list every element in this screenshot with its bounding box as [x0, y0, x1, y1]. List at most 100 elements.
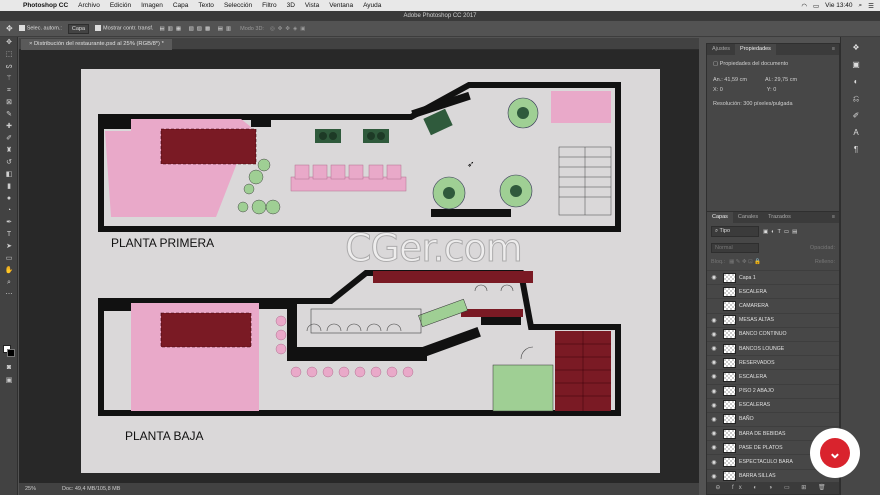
libraries-icon[interactable]: ▣ — [849, 60, 863, 71]
list-icon[interactable]: ☰ — [868, 2, 874, 10]
eyedropper-icon[interactable]: ✎ — [0, 109, 18, 121]
shape-tool-icon[interactable]: ▭ — [0, 253, 18, 265]
healing-brush-icon[interactable]: ✚ — [0, 121, 18, 133]
layer-row[interactable]: CAMARERA — [707, 298, 839, 312]
menu-vista[interactable]: Vista — [300, 2, 324, 9]
doc-size[interactable]: Doc: 49,4 MB/105,8 MB — [62, 483, 120, 495]
eye-icon[interactable]: ◉ — [707, 331, 721, 338]
layer-row[interactable]: ◉ ESCALERA — [707, 369, 839, 383]
layer-filter-dropdown[interactable]: ⌕ Tipo — [711, 226, 759, 237]
height-value[interactable]: Al.: 29,75 cm — [765, 77, 797, 83]
auto-select-checkbox[interactable] — [18, 25, 25, 32]
screen-mode-icon[interactable]: ▣ — [0, 375, 18, 387]
magic-wand-icon[interactable]: ⚚ — [0, 73, 18, 85]
eye-icon[interactable]: ◉ — [707, 388, 721, 395]
background-color[interactable] — [7, 349, 15, 357]
layer-row[interactable]: ESCALERA — [707, 284, 839, 298]
mode-3d-icons[interactable]: ◎✥✥◈▣ — [270, 26, 308, 32]
brush-settings-icon[interactable]: ✐ — [849, 111, 863, 122]
eye-icon[interactable]: ◉ — [707, 317, 721, 324]
marquee-tool-icon[interactable]: ⬚ — [0, 49, 18, 61]
gradient-tool-icon[interactable]: ▮ — [0, 181, 18, 193]
menu-texto[interactable]: Texto — [193, 2, 219, 9]
eye-icon[interactable]: ◉ — [707, 416, 721, 423]
zoom-tool-icon[interactable]: ⌕ — [0, 277, 18, 289]
layer-actions[interactable]: ⊖ fx ◐ ◑ ▭ ⊞ 🗑 — [707, 482, 839, 494]
lasso-tool-icon[interactable]: ᔕ — [0, 61, 18, 73]
tab-canales[interactable]: Canales — [733, 212, 763, 223]
dodge-tool-icon[interactable]: ◔ — [0, 205, 18, 217]
layer-row[interactable]: ◉ MESAS ALTAS — [707, 312, 839, 327]
x-value[interactable]: X: 0 — [713, 87, 723, 93]
layer-thumbnail — [723, 386, 736, 397]
eye-icon[interactable]: ◉ — [707, 373, 721, 380]
pen-tool-icon[interactable]: ✒ — [0, 217, 18, 229]
blend-mode-dropdown[interactable]: Normal — [711, 243, 759, 253]
type-tool-icon[interactable]: T — [0, 229, 18, 241]
history-brush-icon[interactable]: ↺ — [0, 157, 18, 169]
menu-seleccion[interactable]: Selección — [219, 2, 257, 9]
eye-icon[interactable]: ◉ — [707, 402, 721, 409]
clone-stamp-icon[interactable]: ♜ — [0, 145, 18, 157]
battery-icon[interactable]: ▭ — [813, 2, 819, 10]
tab-capas[interactable]: Capas — [707, 212, 733, 223]
y-value[interactable]: Y: 0 — [767, 87, 776, 93]
layer-row[interactable]: ◉ BANCO CONTINUO — [707, 326, 839, 341]
layer-row[interactable]: ◉ BANCOS LOUNGE — [707, 340, 839, 355]
eye-icon[interactable]: ◉ — [707, 359, 721, 366]
history-icon[interactable]: ⎌ — [849, 94, 863, 105]
menu-app[interactable]: Photoshop CC — [18, 2, 73, 9]
tab-trazados[interactable]: Trazados — [763, 212, 796, 223]
move-tool-icon[interactable]: ✥ — [0, 37, 18, 49]
layer-row[interactable]: ◉ BAÑO — [707, 411, 839, 426]
learn-icon[interactable]: ❖ — [849, 43, 863, 54]
more-tools-icon[interactable]: ⋯ — [0, 289, 18, 301]
menu-ayuda[interactable]: Ayuda — [358, 2, 386, 9]
path-select-icon[interactable]: ➤ — [0, 241, 18, 253]
blur-tool-icon[interactable]: ● — [0, 193, 18, 205]
layer-row[interactable]: ◉ Capa 1 — [707, 270, 839, 284]
menu-imagen[interactable]: Imagen — [136, 2, 168, 9]
panel-menu-icon[interactable]: ≡ — [827, 212, 839, 223]
lock-icons[interactable]: ▦ ✎ ✥ ⊡ 🔒 — [729, 259, 761, 265]
document-canvas[interactable]: ➶ PLANTA PRIMERA PLANTA BAJA — [81, 69, 660, 473]
eye-icon[interactable]: ◉ — [707, 345, 721, 352]
tab-propiedades[interactable]: Propiedades — [735, 44, 776, 55]
menu-filtro[interactable]: Filtro — [257, 2, 281, 9]
menu-edicion[interactable]: Edición — [105, 2, 136, 9]
show-transform-checkbox[interactable] — [95, 25, 102, 32]
frame-tool-icon[interactable]: ⊠ — [0, 97, 18, 109]
tab-ajustes[interactable]: Ajustes — [707, 44, 735, 55]
zoom-level[interactable]: 25% — [25, 483, 36, 495]
eraser-icon[interactable]: ◧ — [0, 169, 18, 181]
adjustments-icon[interactable]: ◐ — [849, 77, 863, 88]
align-icons[interactable]: ▤▥▦ ▧▨▩ ▤▥ — [159, 26, 234, 32]
paragraph-icon[interactable]: ¶ — [849, 145, 863, 156]
menu-archivo[interactable]: Archivo — [73, 2, 105, 9]
menu-capa[interactable]: Capa — [168, 2, 194, 9]
wifi-icon[interactable]: ◠ — [801, 2, 807, 10]
panel-menu-icon[interactable]: ≡ — [827, 44, 839, 55]
quick-mask-icon[interactable]: ◙ — [0, 362, 18, 374]
hand-tool-icon[interactable]: ✋ — [0, 265, 18, 277]
eye-icon[interactable]: ◉ — [707, 274, 721, 281]
eye-icon[interactable]: ◉ — [707, 459, 721, 466]
eye-icon[interactable]: ◉ — [707, 444, 721, 451]
character-icon[interactable]: A — [849, 128, 863, 139]
brush-tool-icon[interactable]: ✐ — [0, 133, 18, 145]
eye-icon[interactable]: ◉ — [707, 473, 721, 480]
layer-row[interactable]: ◉ RESERVADOS — [707, 355, 839, 369]
crop-tool-icon[interactable]: ⌗ — [0, 85, 18, 97]
clock[interactable]: Vie 13:40 — [825, 2, 852, 9]
eye-icon[interactable]: ◉ — [707, 430, 721, 437]
layer-row[interactable]: ◉ PISO 2 ABAJO — [707, 383, 839, 398]
search-icon[interactable]: ⌕ — [859, 2, 863, 10]
auto-select-dropdown[interactable]: Capa — [67, 23, 90, 34]
menu-3d[interactable]: 3D — [282, 2, 300, 9]
menu-ventana[interactable]: Ventana — [324, 2, 358, 9]
filter-type-icons[interactable]: ▣◐T▭▤ — [763, 229, 800, 235]
document-tab[interactable]: × Distribución del restaurante.psd al 25… — [21, 39, 172, 50]
layer-row[interactable]: ◉ ESCALERAS — [707, 397, 839, 412]
width-value[interactable]: An.: 41,59 cm — [713, 77, 747, 83]
move-tool-icon[interactable]: ✥ — [6, 24, 13, 33]
